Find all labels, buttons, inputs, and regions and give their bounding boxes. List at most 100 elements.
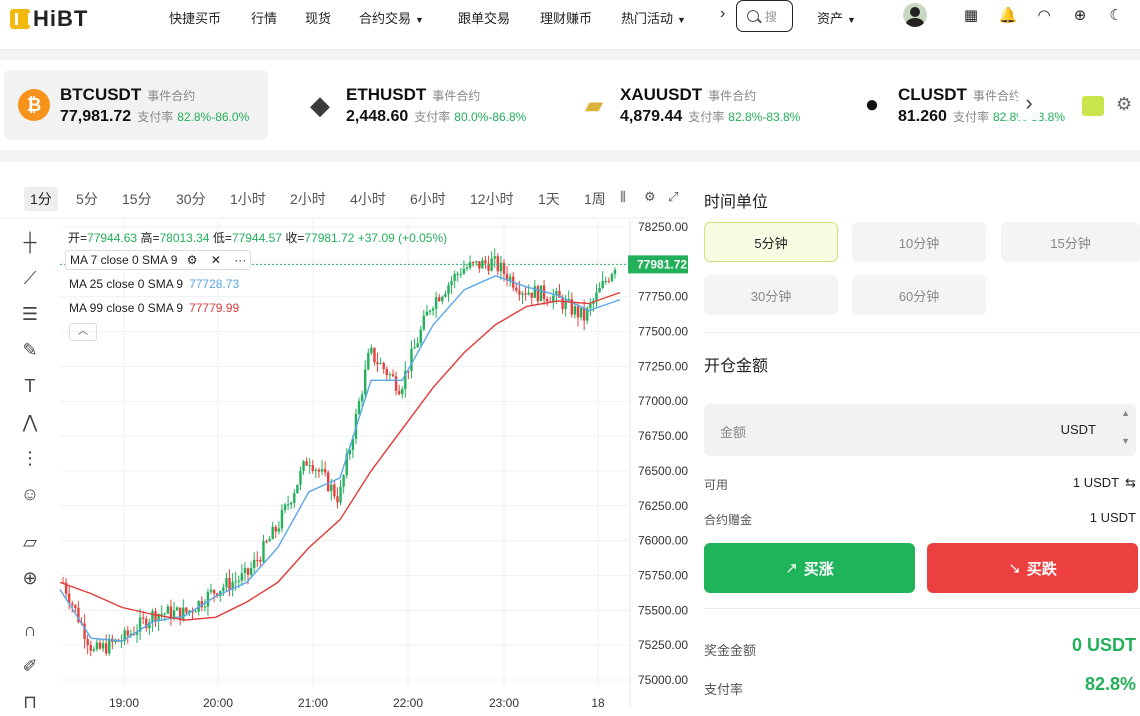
candle-body (425, 311, 429, 316)
emoji-icon[interactable]: ☺ (18, 482, 42, 506)
crosshair-icon[interactable]: ┼ (18, 230, 42, 254)
nav-assets[interactable]: 资产 ▼ (817, 8, 856, 27)
timeframe-2h[interactable]: 2小时 (290, 189, 326, 209)
candle-body (493, 256, 496, 259)
unit-option-30m[interactable]: 30分钟 (704, 275, 838, 315)
arrow-up-right-icon: ↗ (785, 560, 798, 577)
unit-option-10m[interactable]: 10分钟 (852, 222, 986, 262)
nav-more-chevron-icon[interactable]: › (720, 5, 725, 23)
timeframe-30m[interactable]: 30分 (176, 189, 206, 209)
high-label: 高 (140, 231, 153, 245)
timeframe-1m[interactable]: 1分 (24, 187, 58, 211)
fib-icon[interactable]: ⋮ (18, 446, 42, 470)
unit-option-60m[interactable]: 60分钟 (852, 275, 986, 315)
bell-icon[interactable]: 🔔 (999, 6, 1018, 24)
available-label: 可用 (704, 478, 729, 492)
brush-icon[interactable]: ✎ (18, 338, 42, 362)
y-tick-label: 76750.00 (638, 429, 688, 443)
transfer-icon[interactable]: ⇆ (1125, 475, 1136, 490)
trend-line-icon[interactable]: ⟋ (18, 266, 42, 290)
candle-body (317, 469, 321, 472)
ma99-legend: MA 99 close 0 SMA 9 77779.99 (69, 301, 239, 315)
ticker-xauusdt[interactable]: ▰ XAUUSDT 事件合约 4,879.44 支付率 82.8%-83.8% (578, 70, 838, 140)
qr-code-icon[interactable]: ▦ (962, 6, 980, 24)
lock-draw-icon[interactable]: ✐ (18, 654, 42, 678)
stepper-down-icon[interactable]: ▼ (1121, 436, 1130, 446)
timeframe-6h[interactable]: 6小时 (410, 189, 446, 209)
candle-body (98, 642, 102, 649)
ticker-next-chevron-icon[interactable]: › (1018, 90, 1040, 120)
timeframe-1d[interactable]: 1天 (538, 189, 560, 209)
ticker-symbol: CLUSDT (898, 84, 967, 104)
candle-body (280, 510, 284, 529)
lock-icon[interactable]: ⊓ (18, 690, 42, 714)
pattern-icon[interactable]: ⋀ (18, 410, 42, 434)
text-tool-icon[interactable]: T (18, 374, 42, 398)
chart-settings-gear-icon[interactable]: ⚙ (644, 189, 656, 205)
chart-type-icon[interactable]: ⫼ (620, 189, 626, 205)
divider (704, 608, 1140, 609)
candle-body (212, 589, 216, 594)
horizontal-lines-icon[interactable]: ☰ (18, 302, 42, 326)
search-input[interactable]: 搜 (736, 0, 793, 32)
timeframe-1w[interactable]: 1周 (584, 189, 606, 209)
candle-body (274, 526, 277, 532)
candle-body (314, 469, 318, 471)
more-dots-icon[interactable]: ··· (234, 253, 246, 267)
timeframe-4h[interactable]: 4小时 (350, 189, 386, 209)
candle-body (573, 306, 577, 315)
caret-down-icon: ▼ (415, 15, 424, 25)
ticker-rate-label: 支付率 (137, 109, 174, 124)
settings-gear-icon[interactable]: ⚙ (1116, 94, 1132, 115)
indicator-settings-gear-icon[interactable]: ⚙ (187, 253, 198, 267)
ticker-btcusdt[interactable]: ₿ BTCUSDT 事件合约 77,981.72 支付率 82.8%-86.0% (4, 70, 268, 140)
y-tick-label: 76500.00 (638, 464, 688, 478)
close-icon[interactable]: ✕ (211, 253, 221, 267)
globe-icon[interactable]: ⊕ (1071, 6, 1089, 24)
candle-body (178, 607, 182, 621)
timeframe-1h[interactable]: 1小时 (230, 189, 266, 209)
y-tick-label: 75500.00 (638, 603, 688, 617)
nav-spot[interactable]: 现货 (305, 8, 331, 27)
buy-up-button[interactable]: ↗ 买涨 (704, 543, 915, 593)
ma7-legend[interactable]: MA 7 close 0 SMA 9 ⚙ ✕ ··· (65, 250, 252, 270)
headset-icon[interactable]: ◠ (1035, 6, 1053, 24)
candle-body (382, 362, 385, 370)
y-tick-label: 76250.00 (638, 499, 688, 513)
timeframe-15m[interactable]: 15分 (122, 189, 152, 209)
hibt-logo[interactable]: HiBT (10, 6, 88, 32)
stepper-up-icon[interactable]: ▲ (1121, 408, 1130, 418)
unit-option-15m[interactable]: 15分钟 (1001, 222, 1140, 262)
current-price-label: 77981.72 (637, 257, 687, 271)
nav-earn[interactable]: 理财赚币 (540, 8, 592, 27)
logo-mark-icon (10, 9, 31, 29)
ruler-icon[interactable]: ▱ (18, 530, 42, 554)
candle-body (589, 303, 592, 309)
buy-down-button[interactable]: ↘ 买跌 (927, 543, 1138, 593)
moon-icon[interactable]: ☾ (1107, 6, 1125, 24)
ticker-rate-label: 支付率 (414, 109, 451, 124)
candle-body (515, 287, 518, 291)
amount-input[interactable]: 金额 USDT ▲ ▼ (704, 404, 1136, 456)
ticker-ethusdt[interactable]: ◆ ETHUSDT 事件合约 2,448.60 支付率 80.0%-86.8% (304, 70, 554, 140)
nav-market[interactable]: 行情 (251, 8, 277, 27)
candle-body (438, 297, 441, 302)
nav-hot-events[interactable]: 热门活动 ▼ (621, 8, 686, 27)
nav-quick-buy[interactable]: 快捷买币 (169, 8, 221, 27)
unit-option-5m[interactable]: 5分钟 (704, 222, 838, 262)
ticker-tag: 事件合约 (972, 88, 1021, 103)
bitcoin-icon: ₿ (18, 89, 50, 121)
fullscreen-icon[interactable]: ⤢ (668, 189, 678, 205)
avatar[interactable] (903, 3, 927, 27)
collapse-legend-chevron-icon[interactable]: ︿ (69, 323, 97, 341)
nav-futures[interactable]: 合约交易 ▼ (359, 8, 424, 27)
candle-body (327, 472, 330, 492)
magnet-icon[interactable]: ∩ (18, 618, 42, 642)
candle-body (468, 262, 472, 268)
promo-badge-icon[interactable] (1082, 96, 1104, 116)
nav-copy-trading[interactable]: 跟单交易 (458, 8, 510, 27)
zoom-in-icon[interactable]: ⊕ (18, 566, 42, 590)
candle-body (385, 369, 388, 376)
timeframe-12h[interactable]: 12小时 (470, 189, 514, 209)
timeframe-5m[interactable]: 5分 (76, 189, 98, 209)
